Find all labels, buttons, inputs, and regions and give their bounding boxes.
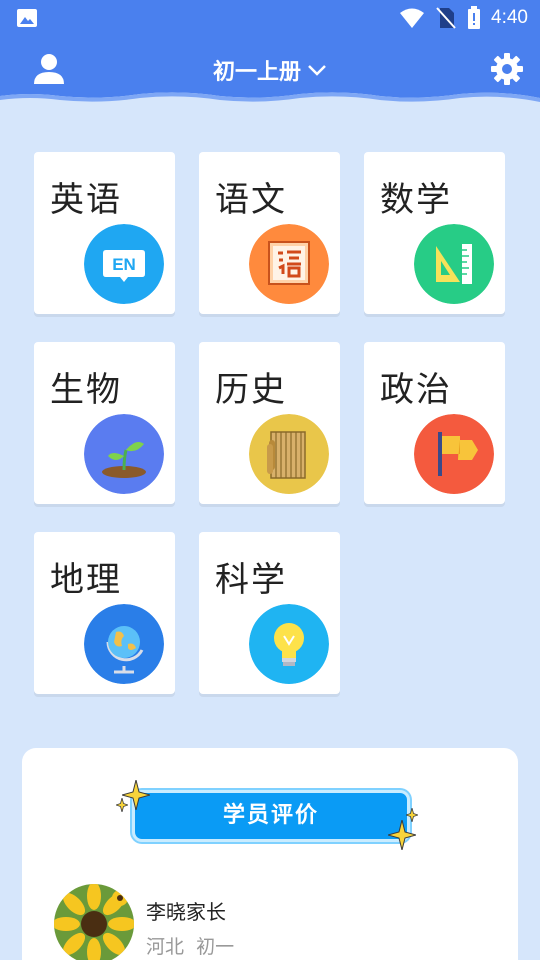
sparkle-icon <box>116 798 128 812</box>
ruler-triangle-icon <box>414 224 494 304</box>
wifi-icon <box>400 8 425 28</box>
subject-label: 语文 <box>215 180 287 220</box>
subject-card-math[interactable]: 数学 <box>364 152 505 314</box>
reviews-title: 学员评价 <box>132 790 410 842</box>
subject-label: 历史 <box>215 370 287 410</box>
subject-card-biology[interactable]: 生物 <box>34 342 175 504</box>
subject-label: 英语 <box>50 180 122 220</box>
sprout-icon <box>84 414 164 494</box>
subject-card-geography[interactable]: 地理 <box>34 532 175 694</box>
chevron-down-icon <box>308 65 326 76</box>
bamboo-scroll-icon <box>249 414 329 494</box>
no-sim-icon <box>436 7 456 29</box>
subject-card-politics[interactable]: 政治 <box>364 342 505 504</box>
chinese-char-icon <box>249 224 329 304</box>
avatar <box>54 884 134 960</box>
subject-label: 科学 <box>215 560 287 600</box>
globe-icon <box>84 604 164 684</box>
subject-label: 生物 <box>50 370 122 410</box>
gear-icon[interactable] <box>490 52 524 86</box>
sparkle-icon <box>406 808 418 822</box>
reviewer-name: 李晓家长 <box>146 900 226 924</box>
subject-label: 政治 <box>380 370 452 410</box>
reviewer-region: 河北 <box>146 936 185 958</box>
en-icon: EN <box>84 224 164 304</box>
flag-icon <box>414 414 494 494</box>
image-icon <box>17 9 37 27</box>
svg-text:EN: EN <box>112 255 136 274</box>
subject-card-english[interactable]: 英语 EN <box>34 152 175 314</box>
reviewer-grade: 初一 <box>196 936 235 958</box>
subject-label: 数学 <box>380 180 452 220</box>
subject-label: 地理 <box>50 560 122 600</box>
lightbulb-icon <box>249 604 329 684</box>
grade-selector[interactable]: 初一上册 <box>0 54 540 86</box>
battery-icon <box>468 6 481 29</box>
app-header: 初一上册 <box>0 36 540 104</box>
reviews-header: 学员评价 <box>116 780 418 850</box>
grade-label: 初一上册 <box>212 60 301 85</box>
subject-card-chinese[interactable]: 语文 <box>199 152 340 314</box>
status-bar: 4:40 <box>0 0 540 36</box>
reviews-section: 学员评价 李晓家长 河北 初一 <box>22 748 518 960</box>
sparkle-icon <box>388 820 416 850</box>
status-time: 4:40 <box>491 7 528 28</box>
subject-card-science[interactable]: 科学 <box>199 532 340 694</box>
reviewer-meta: 河北 初一 <box>146 932 234 959</box>
subject-card-history[interactable]: 历史 <box>199 342 340 504</box>
